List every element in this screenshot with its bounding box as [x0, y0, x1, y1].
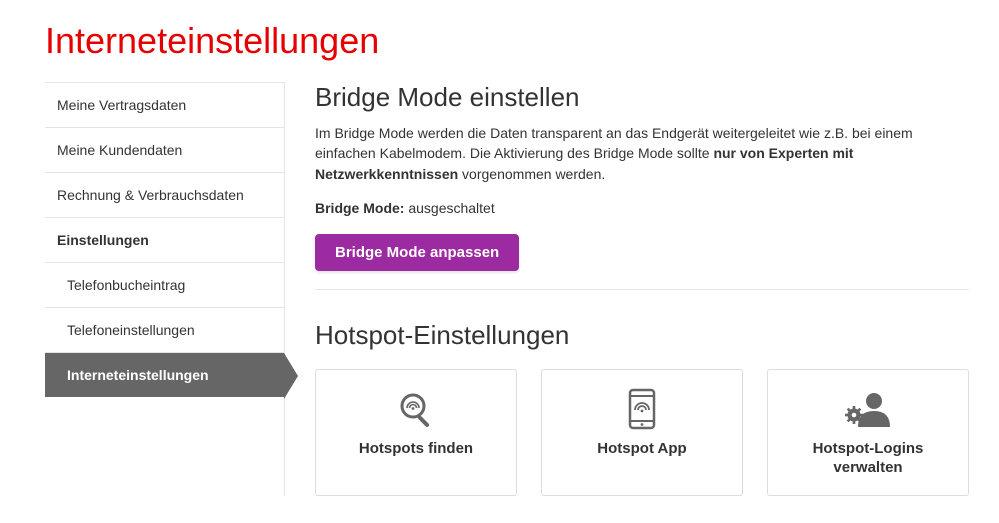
- bridge-status: Bridge Mode: ausgeschaltet: [315, 200, 969, 216]
- sidebar-item-interneteinstellungen[interactable]: Interneteinstellungen: [45, 352, 284, 397]
- bridge-status-label: Bridge Mode:: [315, 200, 404, 216]
- card-label: Hotspot-Logins verwalten: [778, 440, 958, 478]
- card-label: Hotspot App: [552, 440, 732, 459]
- hotspot-section-title: Hotspot-Einstellungen: [315, 320, 969, 351]
- card-hotspot-logins[interactable]: Hotspot-Logins verwalten: [767, 369, 969, 497]
- sidebar-item-rechnung[interactable]: Rechnung & Verbrauchsdaten: [45, 172, 284, 217]
- phone-wifi-icon: [552, 388, 732, 430]
- main-content: Bridge Mode einstellen Im Bridge Mode we…: [285, 82, 999, 496]
- bridge-description: Im Bridge Mode werden die Daten transpar…: [315, 123, 969, 184]
- card-hotspots-finden[interactable]: Hotspots finden: [315, 369, 517, 497]
- bridge-mode-edit-button[interactable]: Bridge Mode anpassen: [315, 234, 519, 271]
- card-label: Hotspots finden: [326, 440, 506, 459]
- bridge-section-title: Bridge Mode einstellen: [315, 82, 969, 113]
- sidebar-item-telefonbucheintrag[interactable]: Telefonbucheintrag: [45, 262, 284, 307]
- sidebar-item-einstellungen[interactable]: Einstellungen: [45, 217, 284, 262]
- page-title: Interneteinstellungen: [0, 0, 999, 82]
- bridge-desc-part2: vorgenommen werden.: [458, 166, 605, 182]
- section-divider: [315, 289, 969, 290]
- search-wifi-icon: [326, 388, 506, 430]
- user-gear-icon: [778, 388, 958, 430]
- sidebar-item-kundendaten[interactable]: Meine Kundendaten: [45, 127, 284, 172]
- bridge-status-value: ausgeschaltet: [408, 200, 494, 216]
- hotspot-cards: Hotspots finden Hotspot App: [315, 369, 969, 497]
- card-hotspot-app[interactable]: Hotspot App: [541, 369, 743, 497]
- sidebar-item-telefoneinstellungen[interactable]: Telefoneinstellungen: [45, 307, 284, 352]
- sidebar: Meine Vertragsdaten Meine Kundendaten Re…: [45, 82, 285, 496]
- sidebar-item-vertragsdaten[interactable]: Meine Vertragsdaten: [45, 82, 284, 127]
